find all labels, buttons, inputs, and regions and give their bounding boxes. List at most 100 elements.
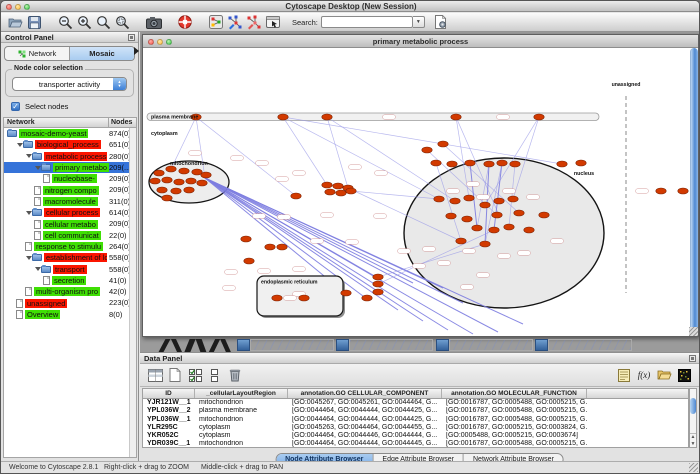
network-node[interactable] [171,188,181,194]
network-node[interactable] [201,172,211,178]
table-column-header[interactable]: annotation.GO MOLECULAR_FUNCTION [442,389,587,398]
table-row[interactable]: YPL036W__1mitochondrion[GO:0044464, GO:0… [143,416,688,424]
network-node[interactable] [162,195,172,201]
table-scrollbar-thumb[interactable] [690,398,696,414]
zoom-fit-icon[interactable] [113,14,132,31]
table-row[interactable]: YLR295Ccytoplasm[GO:0045263, GO:0044464,… [143,424,688,432]
import-attributes-icon[interactable] [654,366,674,385]
network-node[interactable] [272,295,282,301]
zoom-in-icon[interactable] [75,14,94,31]
zoom-out-icon[interactable] [56,14,75,31]
network-node[interactable] [524,227,534,233]
search-input[interactable] [321,16,413,28]
matrix-view-icon[interactable] [674,366,694,385]
table-row[interactable]: YPL036W__2plasma membrane[GO:0044464, GO… [143,407,688,415]
network-node[interactable] [174,179,184,185]
network-node[interactable] [678,188,688,194]
network-canvas-svg[interactable]: plasma membrane cytoplasm mitochondrion … [143,48,692,336]
window-titlebar[interactable]: Cytoscape Desktop (New Session) [1,1,700,12]
layout-network-blue-icon[interactable] [225,14,244,31]
tree-row[interactable]: nucleobase-209(0) [4,173,136,184]
network-node[interactable] [431,160,441,166]
minimized-window-titlebar[interactable] [237,339,250,351]
network-node[interactable] [322,114,332,120]
network-node[interactable] [299,295,309,301]
network-node[interactable] [154,170,164,176]
network-node[interactable] [497,160,507,166]
refresh-search-icon[interactable] [431,14,450,31]
delete-attribute-icon[interactable] [225,366,245,385]
network-node[interactable] [186,178,196,184]
table-vertical-scrollbar[interactable]: ▲▼ [689,388,697,448]
network-node[interactable] [447,161,457,167]
minimized-window-thumbnail[interactable] [449,339,533,351]
tree-row[interactable]: secretion41(0) [4,275,136,286]
network-node[interactable] [557,161,567,167]
tree-row[interactable]: mosaic-demo-yeast874(0) [4,128,136,139]
network-node[interactable] [508,196,518,202]
network-node[interactable] [504,224,514,230]
tree-row[interactable]: Overview8(0) [4,309,136,320]
help-icon[interactable] [175,14,194,31]
network-node[interactable] [462,216,472,222]
search-dropdown-button[interactable]: ▼ [413,16,425,28]
network-node[interactable] [157,187,167,193]
network-node[interactable] [373,281,383,287]
network-node[interactable] [244,258,254,264]
network-node[interactable] [480,241,490,247]
select-attributes-icon[interactable] [185,366,205,385]
network-node[interactable] [336,190,346,196]
tree-row[interactable]: response to stimulu264(0) [4,241,136,252]
network-node[interactable] [576,160,586,166]
tree-row[interactable]: establishment of lo558(0) [4,252,136,263]
attribute-list-icon[interactable] [614,366,634,385]
unselect-attributes-icon[interactable] [205,366,225,385]
function-builder-icon[interactable]: f(x) [634,366,654,385]
table-row[interactable]: YKR052Ccytoplasm[GO:0044464, GO:0044446,… [143,432,688,440]
minimized-window-thumbnail[interactable] [250,339,334,351]
tree-scrollbar[interactable] [129,128,136,457]
tree-row[interactable]: macromolecule311(0) [4,196,136,207]
open-folder-icon[interactable] [6,14,25,31]
tree-row[interactable]: primary metabo209(... [4,162,136,173]
table-column-header[interactable]: ID [143,389,195,398]
tree-row[interactable]: multi-organism pro42(0) [4,286,136,297]
minimized-window-titlebar[interactable] [535,339,548,351]
network-node[interactable] [291,193,301,199]
attribute-matrix-icon[interactable] [145,366,165,385]
network-node[interactable] [514,210,524,216]
tree-expand-arrow[interactable] [25,211,32,215]
network-node[interactable] [341,290,351,296]
tab-network[interactable]: Network [5,47,70,60]
tree-expand-arrow[interactable] [25,154,32,158]
float-panel-icon[interactable] [128,34,135,41]
network-node[interactable] [277,244,287,250]
network-node[interactable] [438,141,448,147]
network-node[interactable] [451,114,461,120]
network-vertical-scrollbar[interactable] [690,48,698,336]
layout-network-red-icon[interactable] [244,14,263,31]
table-column-header[interactable]: annotation.GO CELLULAR_COMPONENT [288,389,442,398]
table-column-header[interactable]: _cellularLayoutRegion [195,389,288,398]
network-window-titlebar[interactable]: primary metabolic process [143,35,698,48]
tree-row[interactable]: metabolic process280(0) [4,151,136,162]
zoom-selected-icon[interactable] [94,14,113,31]
network-node[interactable] [373,289,383,295]
minimized-window-thumbnail[interactable] [548,339,632,351]
network-node[interactable] [322,182,332,188]
network-node[interactable] [472,225,482,231]
window-resize-grip[interactable] [689,463,698,472]
network-node[interactable] [179,168,189,174]
network-window-resize-grip[interactable] [689,327,698,336]
network-node[interactable] [494,198,504,204]
network-node[interactable] [373,274,383,280]
network-edge[interactable] [283,117,439,199]
tree-row[interactable]: transport558(0) [4,264,136,275]
snapshot-icon[interactable] [144,14,163,31]
tab-mosaic[interactable]: Mosaic [70,47,134,60]
network-node[interactable] [534,114,544,120]
annotation-icon[interactable] [263,14,282,31]
network-node[interactable] [265,244,275,250]
network-node[interactable] [325,189,335,195]
network-node[interactable] [539,212,549,218]
